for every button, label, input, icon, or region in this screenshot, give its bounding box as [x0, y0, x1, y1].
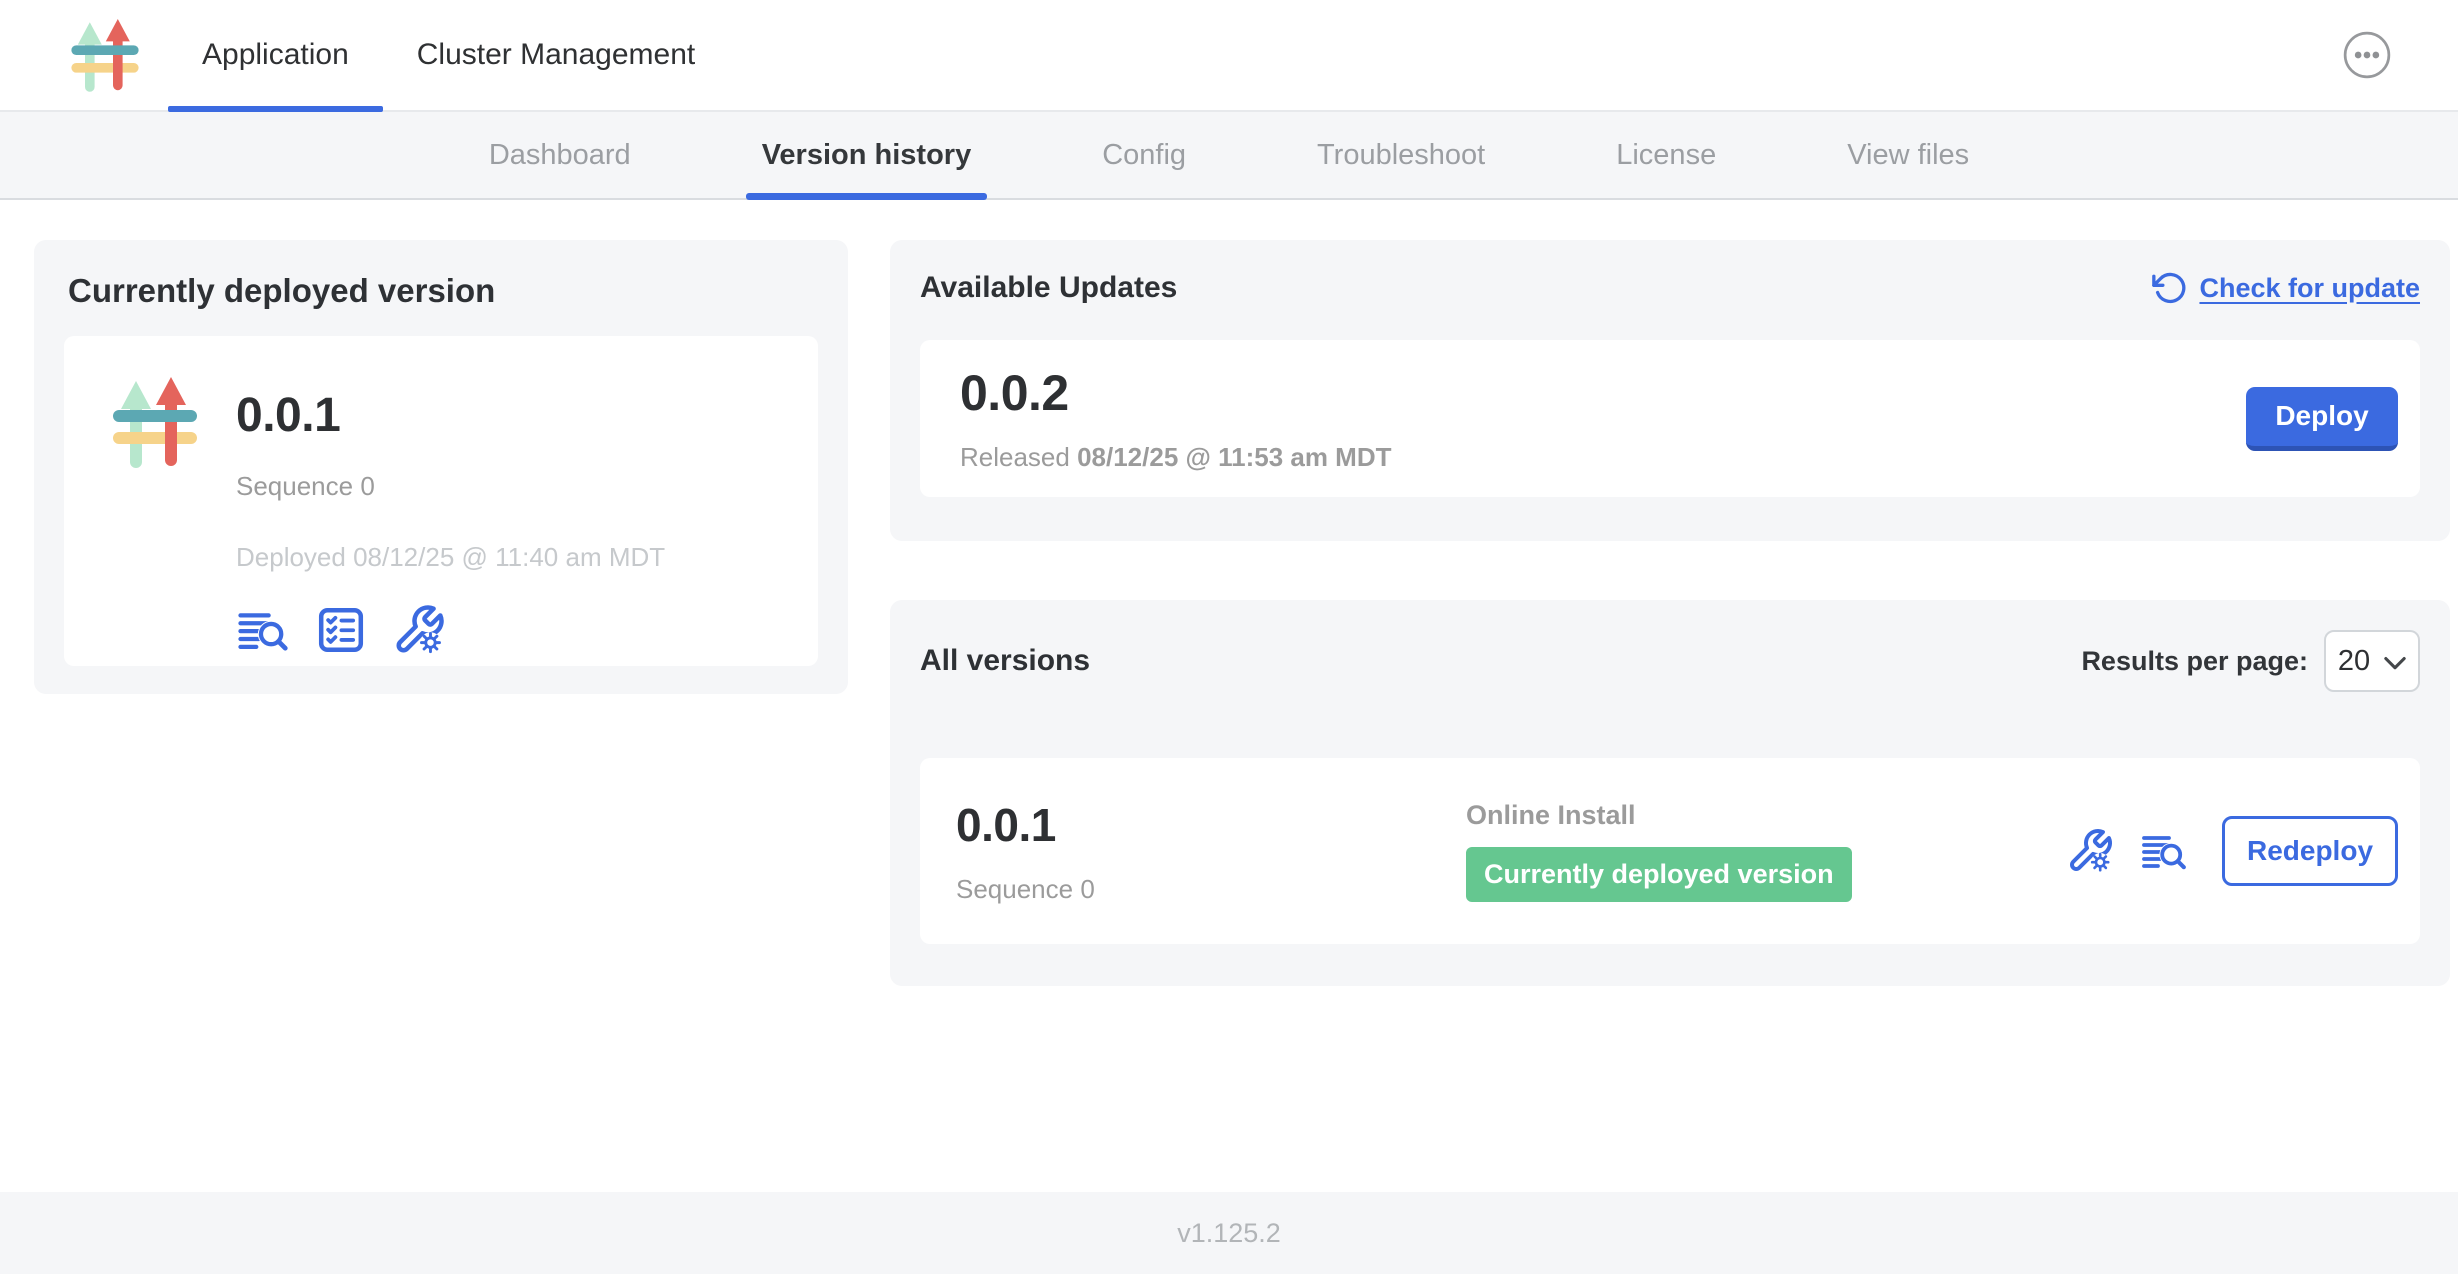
ellipsis-circle-icon	[2342, 30, 2392, 80]
edit-config-wrench-gear-icon	[2066, 827, 2114, 875]
subtab-version-history[interactable]: Version history	[762, 112, 972, 198]
row-version-number: 0.0.1	[956, 798, 1466, 852]
app-subnav: Dashboard Version history Config Trouble…	[0, 112, 2458, 200]
subtab-troubleshoot[interactable]: Troubleshoot	[1317, 112, 1485, 198]
currently-deployed-title: Currently deployed version	[68, 272, 818, 310]
check-for-update-link[interactable]: Check for update	[2151, 270, 2420, 306]
version-row-actions: Redeploy	[2066, 816, 2398, 886]
tab-application-label: Application	[202, 38, 349, 72]
app-logo-icon	[62, 15, 148, 95]
currently-deployed-badge: Currently deployed version	[1466, 847, 1852, 902]
subtab-view-files-label: View files	[1847, 139, 1969, 172]
tab-cluster-management[interactable]: Cluster Management	[383, 0, 729, 110]
subtab-version-history-label: Version history	[762, 139, 972, 172]
app-logo	[62, 0, 148, 110]
subtab-dashboard-label: Dashboard	[489, 139, 631, 172]
deployed-sequence: Sequence 0	[236, 471, 665, 502]
edit-config-button[interactable]	[2066, 827, 2114, 875]
app-logo	[102, 372, 208, 630]
preflight-checklist-icon	[314, 603, 368, 657]
app-logo-icon	[102, 372, 208, 472]
active-tab-underline	[168, 106, 383, 112]
deploy-button[interactable]: Deploy	[2246, 387, 2398, 451]
install-type-label: Online Install	[1466, 800, 2066, 831]
diff-lines-search-icon	[2140, 827, 2188, 875]
currently-deployed-card: Currently deployed version 0.0.1 Sequenc…	[34, 240, 848, 694]
app-window: Application Cluster Management Dashboard…	[0, 0, 2458, 1274]
deployed-version-actions	[236, 603, 665, 657]
released-prefix: Released	[960, 442, 1077, 472]
deployed-timestamp: Deployed 08/12/25 @ 11:40 am MDT	[236, 542, 665, 573]
subtab-license[interactable]: License	[1616, 112, 1716, 198]
available-updates-title: Available Updates	[920, 271, 1177, 305]
console-version: v1.125.2	[1177, 1218, 1281, 1249]
overflow-menu-button[interactable]	[2342, 30, 2392, 80]
all-versions-card: All versions Results per page: 20 0.0	[890, 600, 2450, 986]
all-versions-title: All versions	[920, 644, 1090, 678]
subtab-dashboard[interactable]: Dashboard	[489, 112, 631, 198]
edit-config-button[interactable]	[392, 603, 446, 657]
edit-config-wrench-gear-icon	[392, 603, 446, 657]
view-diff-button[interactable]	[2140, 827, 2188, 875]
diff-lines-search-icon	[236, 603, 290, 657]
redeploy-button[interactable]: Redeploy	[2222, 816, 2398, 886]
results-per-page-select[interactable]: 20	[2324, 630, 2420, 692]
top-tabs: Application Cluster Management	[168, 0, 729, 110]
check-for-update-label: Check for update	[2199, 273, 2420, 304]
active-subtab-underline	[746, 193, 988, 200]
subtab-license-label: License	[1616, 139, 1716, 172]
view-diff-button[interactable]	[236, 603, 290, 657]
results-per-page-value: 20	[2338, 645, 2370, 678]
main-content: Currently deployed version 0.0.1 Sequenc…	[0, 200, 2458, 1192]
tab-cluster-management-label: Cluster Management	[417, 38, 695, 72]
results-per-page-label: Results per page:	[2081, 646, 2308, 677]
version-row: 0.0.1 Sequence 0 Online Install Currentl…	[920, 758, 2420, 944]
released-timestamp: 08/12/25 @ 11:53 am MDT	[1077, 442, 1391, 472]
currently-deployed-version-panel: 0.0.1 Sequence 0 Deployed 08/12/25 @ 11:…	[64, 336, 818, 666]
results-per-page: Results per page: 20	[2081, 630, 2420, 692]
subtab-config-label: Config	[1102, 139, 1186, 172]
update-version-number: 0.0.2	[960, 364, 1392, 422]
subtab-view-files[interactable]: View files	[1847, 112, 1969, 198]
preflight-checks-button[interactable]	[314, 603, 368, 657]
subtab-config[interactable]: Config	[1102, 112, 1186, 198]
tab-application[interactable]: Application	[168, 0, 383, 110]
top-nav: Application Cluster Management	[0, 0, 2458, 112]
refresh-ccw-icon	[2151, 270, 2187, 306]
available-update-row: 0.0.2 Released 08/12/25 @ 11:53 am MDT D…	[920, 340, 2420, 497]
app-footer: v1.125.2	[0, 1192, 2458, 1274]
deployed-version-number: 0.0.1	[236, 388, 665, 443]
update-released-line: Released 08/12/25 @ 11:53 am MDT	[960, 442, 1392, 473]
chevron-down-icon	[2384, 656, 2406, 671]
subtab-troubleshoot-label: Troubleshoot	[1317, 139, 1485, 172]
available-updates-card: Available Updates Check for update	[890, 240, 2450, 541]
row-sequence: Sequence 0	[956, 874, 1466, 905]
